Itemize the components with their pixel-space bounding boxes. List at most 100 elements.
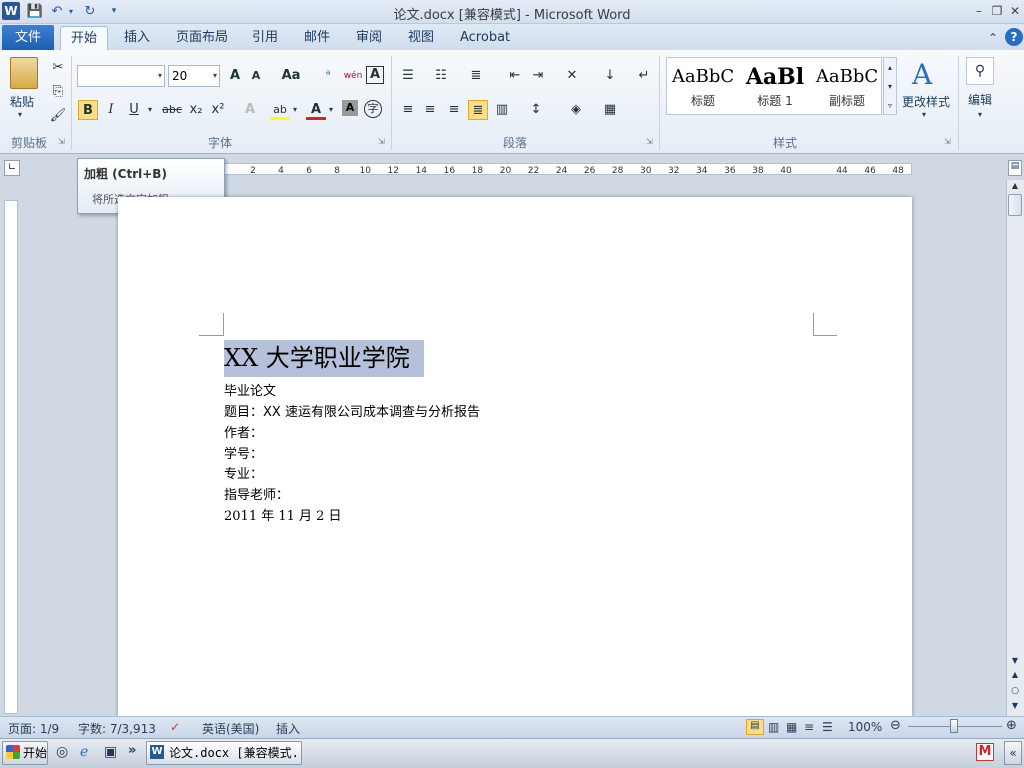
enclose-characters-button[interactable]: 字 <box>364 100 382 118</box>
print-layout-view-icon[interactable]: ▤ <box>746 719 764 735</box>
tab-home[interactable]: 开始 <box>60 26 109 50</box>
clipboard-launcher-icon[interactable]: ⇲ <box>58 137 65 146</box>
underline-dropdown-icon[interactable]: ▾ <box>148 105 152 114</box>
minimize-button[interactable]: – <box>970 2 988 20</box>
zoom-level[interactable]: 100% <box>848 720 882 734</box>
font-launcher-icon[interactable]: ⇲ <box>378 137 385 146</box>
styles-launcher-icon[interactable]: ⇲ <box>944 137 951 146</box>
bold-button[interactable]: B <box>78 100 98 120</box>
paste-dropdown-icon[interactable]: ▾ <box>18 110 22 119</box>
styles-scroll-icon[interactable]: ▴ ▾ ▿ <box>883 57 897 115</box>
style-subtitle[interactable]: AaBbC 副标题 <box>812 62 882 112</box>
minimize-ribbon-icon[interactable]: ⌃ <box>984 29 1002 47</box>
editing-label[interactable]: 编辑 <box>968 91 992 108</box>
tab-review[interactable]: 审阅 <box>346 26 392 50</box>
numbering-icon[interactable]: ☷ <box>431 66 451 86</box>
doc-line-date[interactable]: 2011 年 11 月 2 日 <box>224 505 342 524</box>
paragraph-launcher-icon[interactable]: ⇲ <box>646 137 653 146</box>
tab-acrobat[interactable]: Acrobat <box>450 26 520 50</box>
multilevel-list-icon[interactable]: ≣ <box>466 66 486 86</box>
full-screen-view-icon[interactable]: ▥ <box>768 720 779 734</box>
paste-icon[interactable] <box>10 57 38 89</box>
text-effect-button[interactable]: A <box>240 100 260 120</box>
sort-icon[interactable]: ↓ <box>600 66 620 86</box>
media-quicklaunch-icon[interactable]: ▣ <box>104 744 117 760</box>
doc-line-topic[interactable]: 题目：XX 速运有限公司成本调查与分析报告 <box>224 401 480 420</box>
line-spacing-icon[interactable]: ↕ <box>526 100 546 120</box>
character-border-button[interactable]: A <box>366 66 384 84</box>
scroll-up-icon[interactable]: ▲ <box>1008 181 1022 193</box>
status-page[interactable]: 页面: 1/9 <box>8 720 59 737</box>
browse-object-icon[interactable]: ○ <box>1008 686 1022 698</box>
view-ruler-icon[interactable]: ▤ <box>1008 160 1022 176</box>
editing-dropdown-icon[interactable]: ▾ <box>978 110 982 119</box>
tab-references[interactable]: 引用 <box>242 26 288 50</box>
taskbar-word-document[interactable]: 论文.docx [兼容模式... <box>146 741 302 765</box>
justify-icon[interactable]: ≣ <box>468 100 488 120</box>
align-center-icon[interactable]: ≡ <box>420 100 440 120</box>
grow-font-button[interactable]: A <box>225 66 245 86</box>
tab-view[interactable]: 视图 <box>398 26 444 50</box>
change-styles-label[interactable]: 更改样式 <box>902 93 950 110</box>
zoom-in-icon[interactable]: ⊕ <box>1006 718 1017 733</box>
vertical-scrollbar[interactable] <box>1006 180 1024 716</box>
scrollbar-thumb[interactable] <box>1008 194 1022 216</box>
proofing-icon[interactable]: ✓ <box>170 720 180 734</box>
bullets-icon[interactable]: ☰ <box>398 66 418 86</box>
tab-page-layout[interactable]: 页面布局 <box>166 26 238 50</box>
clear-formatting-icon[interactable]: wén <box>342 66 364 86</box>
tab-selector-icon[interactable]: ∟ <box>4 160 20 176</box>
doc-line-author[interactable]: 作者： <box>224 422 263 441</box>
doc-line-major[interactable]: 专业： <box>224 463 263 482</box>
strikethrough-button[interactable]: abc <box>160 100 184 120</box>
underline-button[interactable]: U <box>124 100 144 120</box>
font-color-button[interactable]: A <box>306 100 326 120</box>
browser-quicklaunch-icon[interactable]: ℯ <box>80 744 88 760</box>
help-icon[interactable]: ? <box>1005 28 1023 46</box>
distributed-icon[interactable]: ▥ <box>492 100 512 120</box>
tab-mailings[interactable]: 邮件 <box>294 26 340 50</box>
previous-page-icon[interactable]: ▲ <box>1008 670 1022 682</box>
status-insert-mode[interactable]: 插入 <box>276 720 300 737</box>
subscript-button[interactable]: x₂ <box>186 100 206 120</box>
chinese-layout-icon[interactable]: ✕ <box>562 66 582 86</box>
tray-mail-icon[interactable]: M <box>976 743 994 761</box>
zoom-out-icon[interactable]: ⊖ <box>890 718 901 733</box>
highlight-button[interactable]: ab <box>270 100 290 120</box>
copy-icon[interactable]: ⎘ <box>48 82 68 102</box>
superscript-button[interactable]: x² <box>208 100 228 120</box>
increase-indent-icon[interactable]: ⇥ <box>528 66 548 86</box>
font-size-combo[interactable]: 20 ▾ <box>168 65 220 87</box>
document-heading[interactable]: XX 大学职业学院 <box>224 340 424 377</box>
borders-icon[interactable]: ▦ <box>600 100 620 120</box>
tray-expand-icon[interactable]: « <box>1004 741 1022 765</box>
restore-button[interactable]: ❐ <box>988 2 1006 20</box>
style-heading-1[interactable]: AaBl 标题 1 <box>740 62 810 112</box>
shrink-font-button[interactable]: A <box>246 66 266 86</box>
align-left-icon[interactable]: ≡ <box>398 100 418 120</box>
ie-quicklaunch-icon[interactable]: ◎ <box>56 744 68 760</box>
status-word-count[interactable]: 字数: 7/3,913 <box>78 720 156 737</box>
show-marks-icon[interactable]: ↵ <box>634 66 654 86</box>
format-painter-icon[interactable]: 🖌 <box>48 106 68 126</box>
cut-icon[interactable]: ✂ <box>48 58 68 78</box>
scroll-down-icon[interactable]: ▼ <box>1008 656 1022 668</box>
change-case-button[interactable]: Aa <box>278 66 304 86</box>
draft-view-icon[interactable]: ☰ <box>822 720 833 734</box>
font-name-combo[interactable]: ▾ <box>77 65 165 87</box>
doc-line-advisor[interactable]: 指导老师： <box>224 484 289 503</box>
tab-insert[interactable]: 插入 <box>114 26 160 50</box>
change-styles-icon[interactable]: A <box>912 58 932 91</box>
vertical-ruler[interactable] <box>4 200 18 714</box>
paste-button-label[interactable]: 粘贴 <box>10 93 34 110</box>
next-page-icon[interactable]: ▼ <box>1008 701 1022 713</box>
align-right-icon[interactable]: ≡ <box>444 100 464 120</box>
style-title[interactable]: AaBbC 标题 <box>668 62 738 112</box>
doc-line-thesis[interactable]: 毕业论文 <box>224 380 276 399</box>
font-color-dropdown-icon[interactable]: ▾ <box>329 105 333 114</box>
shading-icon[interactable]: ◈ <box>566 100 586 120</box>
quicklaunch-overflow-icon[interactable]: » <box>128 743 136 758</box>
web-layout-view-icon[interactable]: ▦ <box>786 720 797 734</box>
italic-button[interactable]: I <box>101 100 121 120</box>
character-shading-button[interactable]: A <box>342 100 358 116</box>
